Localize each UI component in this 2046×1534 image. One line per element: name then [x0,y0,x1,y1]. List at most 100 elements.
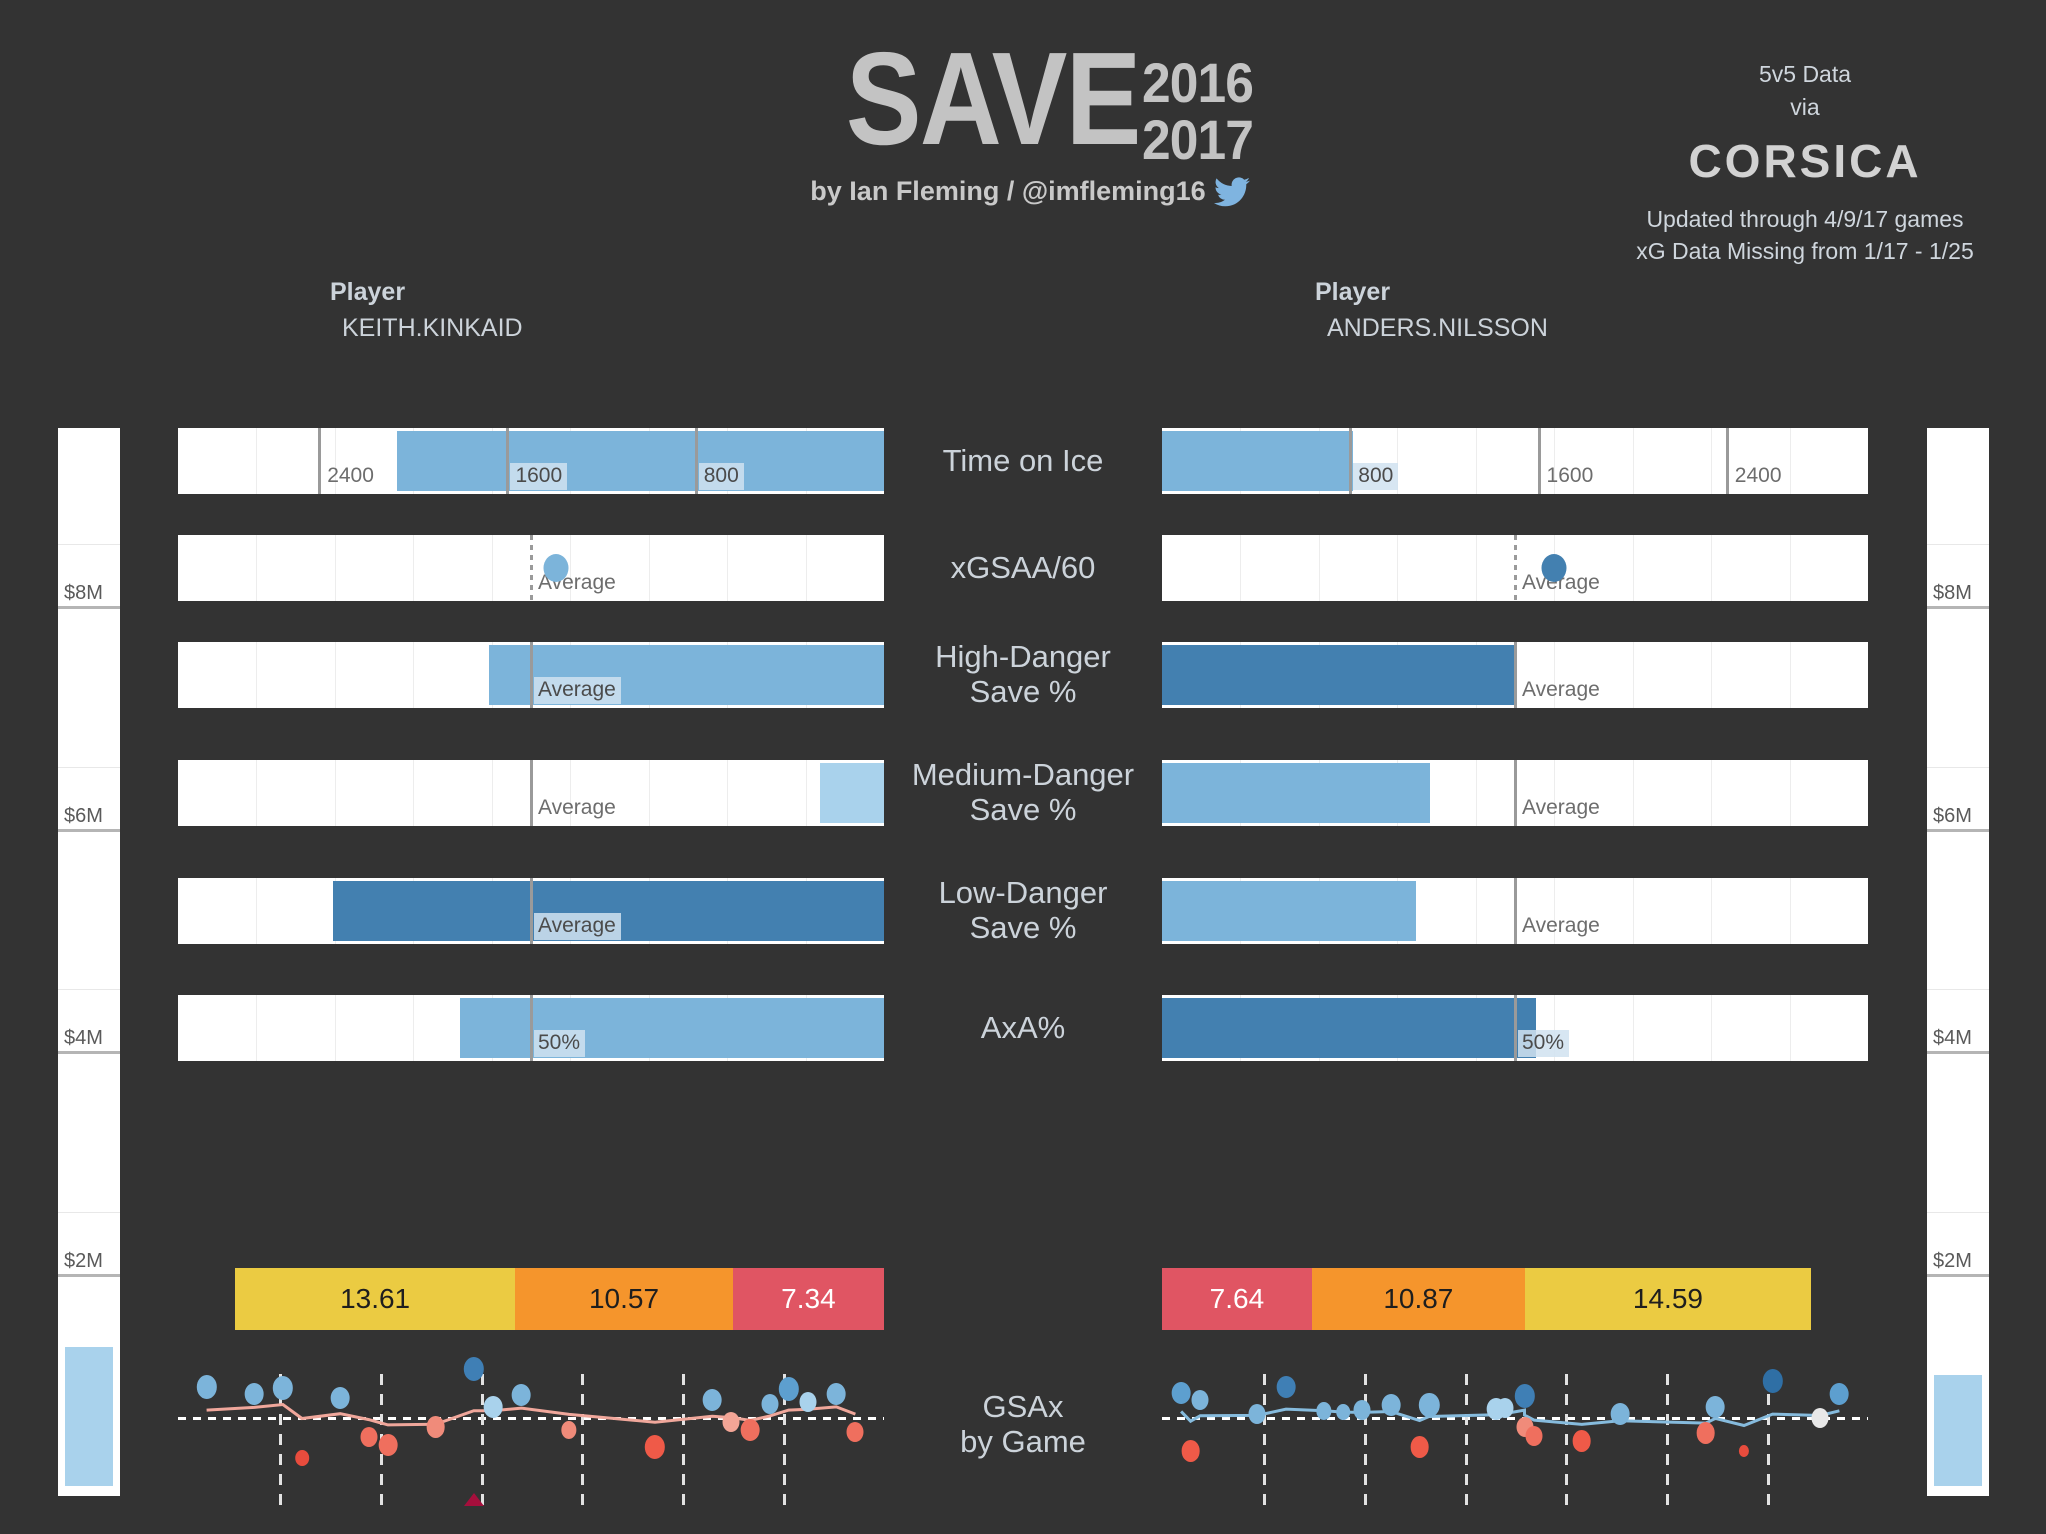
gsax-data-point[interactable] [1191,1389,1209,1410]
gsax-data-point[interactable] [1248,1403,1266,1424]
gsax-data-point[interactable] [360,1427,378,1448]
shots-segment-hd[interactable]: 7.64 [1162,1268,1312,1330]
metric-bar[interactable] [1162,998,1537,1058]
metric-panel-right[interactable]: Average [1162,642,1868,708]
gsax-data-point[interactable] [741,1418,760,1441]
corsica-logo: CORSICA [1688,135,1922,188]
gsax-label-line1: GSAx [982,1389,1064,1425]
gsax-data-point[interactable] [1572,1430,1592,1453]
gsax-data-point[interactable] [761,1394,778,1415]
gsax-data-point[interactable] [1610,1402,1630,1425]
metric-panel-left[interactable]: 50% [178,995,884,1061]
shots-segment-ld[interactable]: 14.59 [1524,1268,1811,1330]
panel-gridline [492,760,493,826]
gsax-data-point[interactable] [1381,1394,1401,1417]
metric-bar[interactable] [820,763,884,823]
gsax-scatter-right [1162,1360,1868,1518]
metric-panel-left[interactable]: Average [178,760,884,826]
game-highlight-marker[interactable] [463,1493,484,1506]
panel-gridline [335,535,336,601]
player-name-right[interactable]: ANDERS.NILSSON [1327,314,1548,343]
gsax-data-point[interactable] [1171,1381,1191,1404]
gsax-data-point[interactable] [378,1433,398,1456]
shots-stack-left: 13.61 10.57 7.34 [235,1268,884,1330]
metric-panel-left[interactable]: Average [178,878,884,944]
metric-panel-left[interactable]: Average [178,642,884,708]
gsax-data-point[interactable] [1496,1397,1514,1418]
row-label-line: High-Danger [935,639,1111,675]
gsax-data-point[interactable] [1353,1400,1371,1421]
data-source-info: 5v5 Data via CORSICA Updated through 4/9… [1595,58,2015,268]
panel-gridline [492,535,493,601]
gsax-data-point[interactable] [1830,1382,1849,1405]
row-label: xGSAA/60 [884,535,1162,601]
salary-tick-label: $2M [62,1249,105,1273]
salary-bar[interactable] [65,1346,113,1486]
salary-bar[interactable] [1934,1374,1982,1486]
gsax-data-point[interactable] [1410,1436,1429,1459]
row-label-gsax: GSAx by Game [884,1380,1162,1470]
metric-panel-right[interactable]: 800 1600 2400 [1162,428,1868,494]
gsax-data-point[interactable] [722,1411,740,1432]
gsax-data-point[interactable] [799,1391,817,1412]
panel-gridline [1397,535,1398,601]
gsax-data-point[interactable] [1811,1408,1829,1429]
gsax-data-point[interactable] [1181,1439,1200,1462]
metric-panel-left[interactable]: Average [178,535,884,601]
gsax-data-point[interactable] [330,1387,350,1410]
panel-gridline [1240,535,1241,601]
player-name-left[interactable]: KEITH.KINKAID [342,314,523,343]
metric-bar[interactable] [1162,763,1431,823]
reference-label: 50% [534,1030,586,1057]
average-reference-line [1514,760,1517,826]
metric-bar[interactable] [460,998,884,1058]
gsax-data-point[interactable] [1706,1395,1725,1418]
gsax-data-point[interactable] [1525,1425,1543,1446]
panel-gridline [1476,535,1477,601]
year-end: 2017 [1141,108,1254,172]
metric-panel-left[interactable]: 800 1600 2400 [178,428,884,494]
average-reference-line [530,535,533,601]
metric-row: 50% 50% AxA% [0,995,2046,1061]
metric-bar[interactable] [1162,645,1515,705]
gsax-data-point[interactable] [1276,1375,1296,1398]
gsax-data-point[interactable] [295,1449,309,1466]
metric-row: 800 1600 2400 800 1600 2400 Time on Ice [0,428,2046,494]
row-label-line: Time on Ice [942,442,1104,478]
shots-segment-md[interactable]: 10.57 [515,1268,733,1330]
metric-bar[interactable] [396,431,884,491]
player-label-right: Player [1315,278,1391,306]
metric-panel-right[interactable]: Average [1162,535,1868,601]
metric-bar[interactable] [1162,881,1417,941]
shots-stack-right: 7.64 10.87 14.59 [1162,1268,1811,1330]
metric-bar[interactable] [1162,431,1353,491]
gsax-data-point[interactable] [244,1382,264,1405]
gsax-data-point[interactable] [1336,1404,1351,1421]
info-updated: Updated through 4/9/17 games [1646,205,1964,232]
metric-panel-right[interactable]: Average [1162,760,1868,826]
gsax-data-point[interactable] [512,1383,531,1406]
value-dot-marker[interactable] [543,554,569,582]
row-label: Time on Ice [884,428,1162,494]
gsax-data-point[interactable] [483,1395,503,1418]
gsax-data-point[interactable] [702,1388,722,1411]
gsax-data-point[interactable] [426,1416,445,1439]
salary-gridline [58,989,120,990]
reference-label: Average [534,913,621,940]
gsax-data-point[interactable] [826,1382,846,1405]
panel-gridline [256,995,257,1061]
gsax-data-point[interactable] [846,1421,864,1442]
row-label: Medium-Danger Save % [884,758,1162,827]
shots-segment-md[interactable]: 10.87 [1311,1268,1525,1330]
reference-label: 50% [1518,1030,1570,1057]
metric-panel-right[interactable]: Average [1162,878,1868,944]
metric-panel-right[interactable]: 50% [1162,995,1868,1061]
panel-gridline [256,428,257,494]
salary-gridline [58,1211,120,1213]
shots-segment-ld[interactable]: 13.61 [235,1268,516,1330]
shots-segment-hd[interactable]: 7.34 [732,1268,884,1330]
twitter-bird-icon[interactable] [1213,177,1250,207]
value-dot-marker[interactable] [1541,554,1567,582]
metric-row: Average Average Low-Danger Save % [0,876,2046,945]
gsax-data-point[interactable] [1696,1422,1716,1445]
